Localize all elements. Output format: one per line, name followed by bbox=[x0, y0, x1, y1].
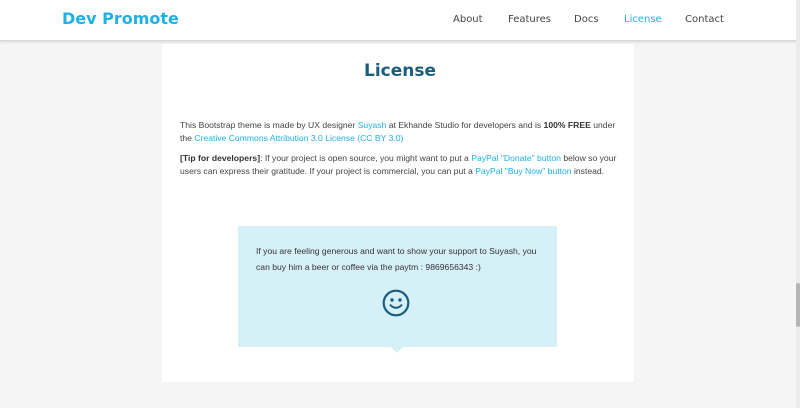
callout-pointer bbox=[391, 347, 403, 353]
nav-link-license[interactable]: License bbox=[624, 14, 662, 25]
tip-label: [Tip for developers] bbox=[180, 153, 261, 163]
tip-paragraph: [Tip for developers]: If your project is… bbox=[180, 152, 620, 178]
donation-text: If you are feeling generous and want to … bbox=[256, 246, 537, 272]
free-label: 100% FREE bbox=[543, 120, 591, 130]
suyash-link[interactable]: Suyash bbox=[358, 120, 387, 130]
paypal-donate-link[interactable]: PayPal "Donate" button bbox=[471, 153, 561, 163]
nav-link-about[interactable]: About bbox=[453, 14, 483, 25]
nav-link-docs[interactable]: Docs bbox=[574, 14, 599, 25]
tip-text-3: instead. bbox=[571, 166, 605, 176]
cc-license-link[interactable]: Creative Commons Attribution 3.0 License… bbox=[194, 133, 403, 143]
tip-text-1: : If your project is open source, you mi… bbox=[260, 153, 472, 163]
page-scrollbar[interactable] bbox=[796, 0, 800, 408]
top-navbar: Dev Promote About Features Docs License … bbox=[0, 0, 796, 41]
smiley-icon bbox=[382, 289, 410, 317]
nav-link-contact[interactable]: Contact bbox=[685, 14, 724, 25]
license-text-1: This Bootstrap theme is made by UX desig… bbox=[180, 120, 358, 130]
scrollbar-thumb[interactable] bbox=[796, 283, 800, 327]
donation-callout: If you are feeling generous and want to … bbox=[238, 226, 557, 347]
license-text-2: at Ekhande Studio for developers and is bbox=[386, 120, 544, 130]
nav-link-features[interactable]: Features bbox=[508, 14, 551, 25]
license-title: License bbox=[363, 61, 437, 81]
brand-logo[interactable]: Dev Promote bbox=[62, 9, 179, 28]
paypal-buy-now-link[interactable]: PayPal "Buy Now" button bbox=[475, 166, 571, 176]
license-paragraph: This Bootstrap theme is made by UX desig… bbox=[180, 119, 620, 145]
